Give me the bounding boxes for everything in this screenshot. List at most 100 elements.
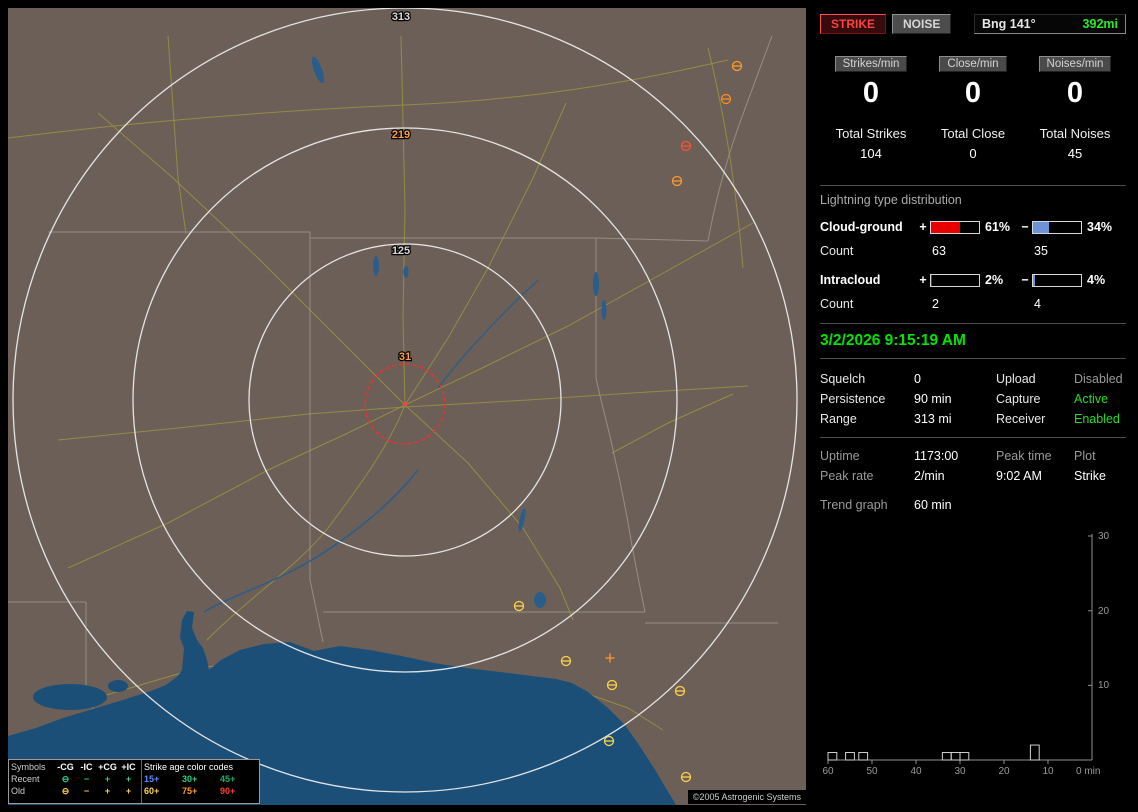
capture-value: Active: [1074, 392, 1109, 406]
receiver-center: [403, 402, 407, 406]
noises-per-min-value: 0: [1066, 77, 1084, 109]
totals: Total Strikes 104 Total Close 0 Total No…: [820, 126, 1126, 161]
total-close-label: Total Close: [940, 126, 1006, 141]
xtick-40: 40: [910, 766, 922, 777]
plot-value: Strike: [1074, 469, 1106, 483]
trend-graph-label: Trend graph: [820, 498, 888, 512]
trend-bars: [827, 744, 1040, 761]
age-90: 90+: [220, 786, 236, 796]
intracloud-row: Intracloud + 2% − 4%: [820, 268, 1126, 292]
trend-bar: [941, 752, 952, 761]
trend-window-value: 60 min: [914, 498, 952, 512]
ytick-20: 20: [1098, 606, 1110, 617]
age-60: 60+: [144, 786, 160, 796]
total-strikes-cell: Total Strikes 104: [820, 126, 922, 161]
receiver-label: Receiver: [996, 412, 1046, 426]
noises-per-min-cell: Noises/min 0: [1024, 56, 1126, 110]
map-canvas[interactable]: 313 219 125 31: [8, 8, 806, 805]
range-value: 313 mi: [914, 412, 952, 426]
legend-header-ncg: -CG: [57, 762, 74, 772]
squelch-value: 0: [914, 372, 921, 386]
distribution-title: Lightning type distribution: [820, 193, 962, 207]
legend-header-pcg: +CG: [98, 762, 117, 772]
total-noises-cell: Total Noises 45: [1024, 126, 1126, 161]
persistence-label: Persistence: [820, 392, 886, 406]
datetime-display: 3/2/2026 9:15:19 AM: [820, 332, 966, 349]
strikes-per-min-button[interactable]: Strikes/min: [834, 56, 908, 72]
old-ncg-icon: ⊖: [61, 786, 70, 796]
upload-label: Upload: [996, 372, 1036, 386]
total-close-cell: Total Close 0: [922, 126, 1024, 161]
upload-value: Disabled: [1074, 372, 1123, 386]
recent-ncg-icon: ⊖: [61, 774, 70, 784]
trend-bar: [858, 752, 869, 761]
cg-plus-pct: 61%: [985, 220, 1011, 234]
radar-map[interactable]: 313 219 125 31 Symbols -CG -IC +CG +IC R…: [8, 8, 806, 805]
noise-button[interactable]: NOISE: [892, 14, 952, 34]
close-per-min-button[interactable]: Close/min: [939, 56, 1007, 72]
old-pic-icon: +: [125, 786, 132, 796]
intracloud-label: Intracloud: [820, 273, 881, 287]
map-legend: Symbols -CG -IC +CG +IC Recent ⊖ − + + O…: [8, 759, 260, 804]
settings-row-1: Squelch 0 Upload Disabled: [820, 369, 1126, 389]
trend-graph: 30 20 10 60 50 40 30 20 10 0 min: [822, 531, 1110, 777]
cg-count-label: Count: [820, 243, 854, 258]
ring-label-31: 31: [399, 351, 411, 363]
intracloud-count-row: Count 2 4: [820, 292, 1126, 315]
divider: [820, 323, 1126, 324]
age-15: 15+: [144, 774, 160, 784]
legend-recent-label: Recent: [11, 774, 40, 784]
cloud-ground-label: Cloud-ground: [820, 220, 903, 234]
recent-pcg-icon: +: [104, 774, 111, 784]
noises-per-min-button[interactable]: Noises/min: [1038, 56, 1112, 72]
close-per-min-value: 0: [964, 77, 982, 109]
settings-row-2: Persistence 90 min Capture Active: [820, 389, 1126, 409]
total-close-value: 0: [969, 146, 977, 161]
status-panel: STRIKE NOISE Bng 141° 392mi Strikes/min …: [814, 8, 1132, 805]
ring-label-313: 313: [392, 11, 410, 23]
peak-time-label: Peak time: [996, 449, 1052, 463]
age-30: 30+: [182, 774, 198, 784]
xtick-60: 60: [822, 766, 834, 777]
rate-counters: Strikes/min 0 Close/min 0 Noises/min 0: [820, 56, 1126, 110]
ic-plus-pct: 2%: [985, 273, 1004, 287]
peak-time-value: 9:02 AM: [996, 469, 1042, 483]
total-noises-value: 45: [1067, 146, 1083, 161]
cg-plus-count: 63: [932, 243, 946, 258]
xtick-50: 50: [866, 766, 878, 777]
capture-label: Capture: [996, 392, 1041, 406]
cg-minus-pct: 34%: [1087, 220, 1113, 234]
legend-header-nic: -IC: [80, 762, 93, 772]
trend-bar: [950, 752, 961, 761]
recent-nic-icon: −: [83, 774, 90, 784]
peak-rate-label: Peak rate: [820, 469, 874, 483]
ic-plus-bar: [930, 273, 980, 287]
ic-minus-count: 4: [1034, 296, 1041, 311]
minus-sign: −: [1021, 220, 1029, 234]
lightning-detector-app: 313 219 125 31 Symbols -CG -IC +CG +IC R…: [0, 0, 1138, 812]
ic-count-label: Count: [820, 296, 854, 311]
range-label: Range: [820, 412, 857, 426]
legend-header-pic: +IC: [121, 762, 136, 772]
total-strikes-label: Total Strikes: [835, 126, 907, 141]
trend-bar: [827, 752, 838, 761]
ytick-30: 30: [1098, 531, 1110, 542]
age-45: 45+: [220, 774, 236, 784]
ic-minus-pct: 4%: [1087, 273, 1106, 287]
ring-label-219: 219: [392, 129, 410, 141]
total-strikes-value: 104: [860, 146, 882, 161]
divider: [820, 185, 1126, 186]
ic-plus-count: 2: [932, 296, 939, 311]
plot-label: Plot: [1074, 449, 1096, 463]
uptime-label: Uptime: [820, 449, 860, 463]
old-pcg-icon: +: [104, 786, 111, 796]
stats-row-2: Peak rate 2/min 9:02 AM Strike: [820, 466, 1126, 486]
age-codes-title: Strike age color codes: [144, 762, 234, 772]
cg-plus-bar: [930, 220, 980, 234]
strike-button[interactable]: STRIKE: [820, 14, 887, 34]
strikes-per-min-value: 0: [862, 77, 880, 109]
trend-graph-header: Trend graph 60 min: [820, 494, 1126, 516]
squelch-label: Squelch: [820, 372, 866, 386]
plus-sign: +: [919, 220, 927, 234]
settings-row-3: Range 313 mi Receiver Enabled: [820, 409, 1126, 429]
